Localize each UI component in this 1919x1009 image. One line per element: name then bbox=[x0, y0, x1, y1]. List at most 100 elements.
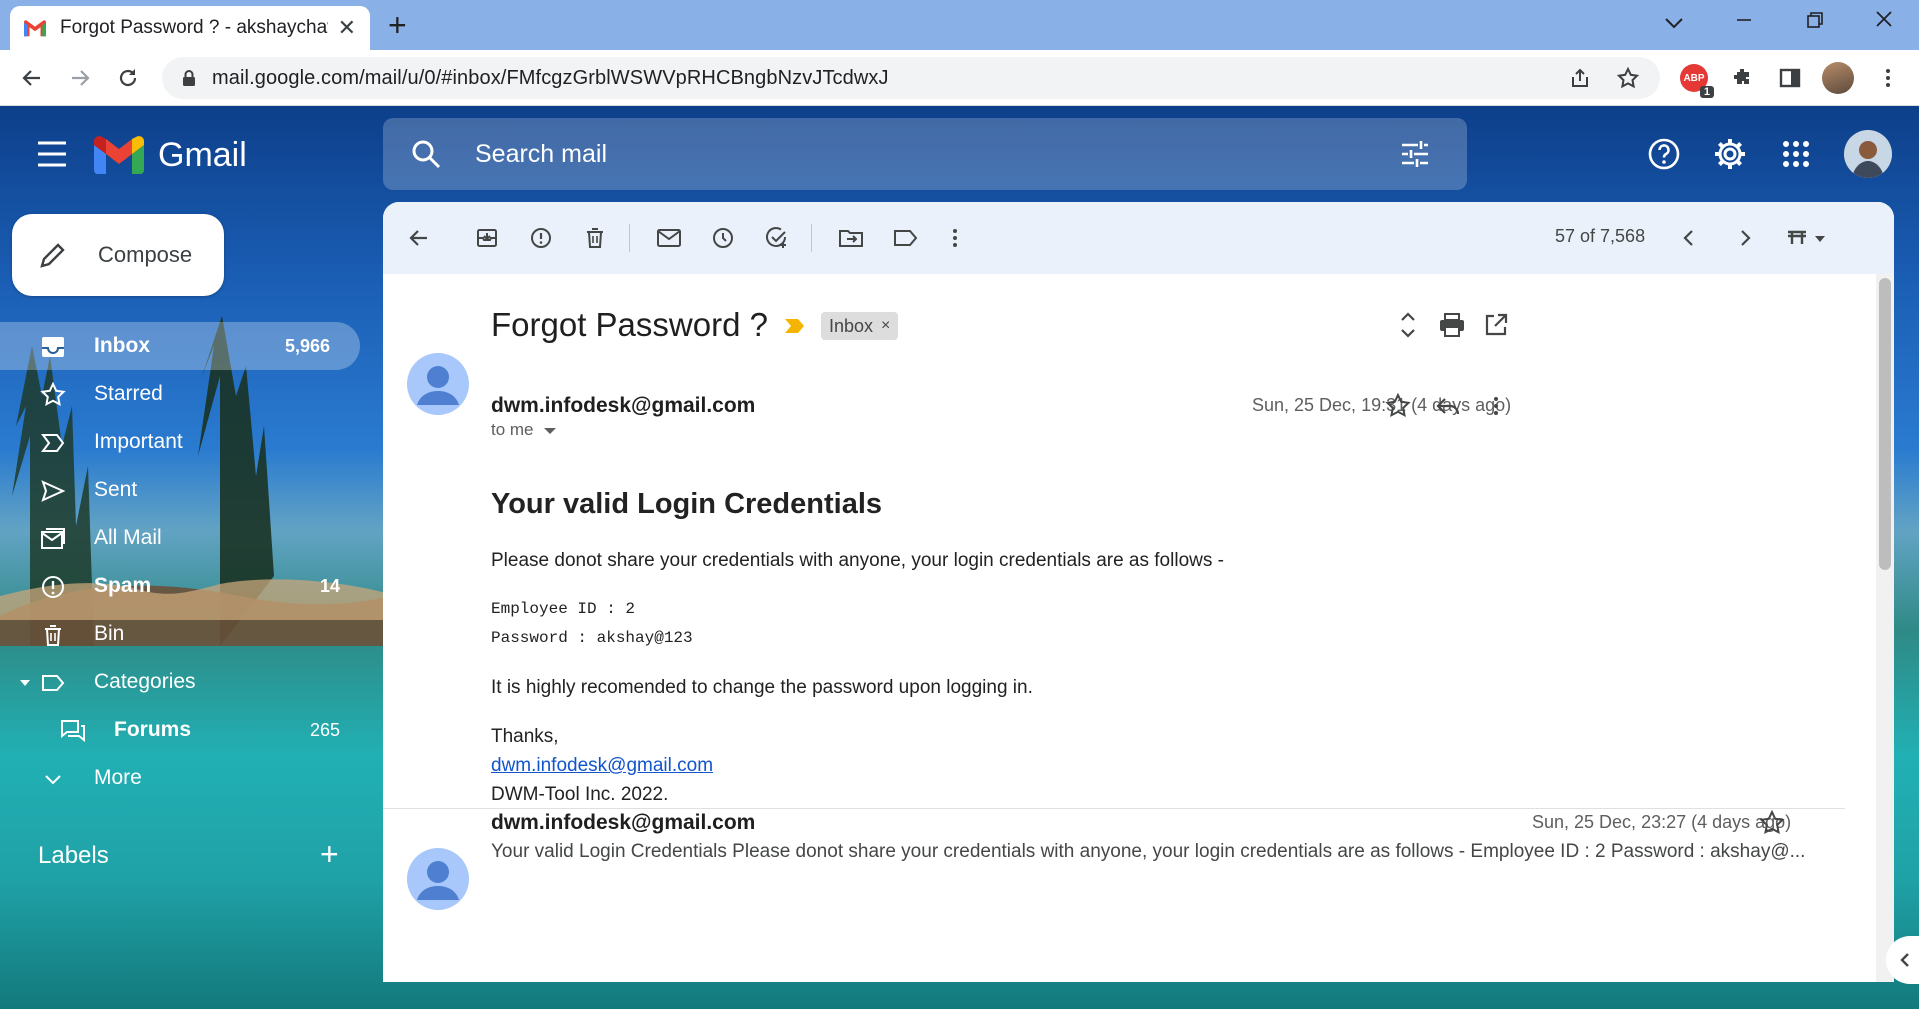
sidebar-item-sent[interactable]: Sent bbox=[0, 466, 370, 514]
message-snippet[interactable]: Your valid Login Credentials Please dono… bbox=[491, 841, 1843, 863]
back-to-inbox-icon[interactable] bbox=[403, 222, 435, 254]
restore-button[interactable] bbox=[1806, 6, 1824, 38]
sender-avatar[interactable] bbox=[407, 848, 469, 910]
bookmark-star-icon[interactable] bbox=[1616, 57, 1640, 99]
sidebar-item-more[interactable]: More bbox=[0, 754, 370, 802]
tab-close-icon[interactable]: ✕ bbox=[338, 15, 356, 41]
archive-icon[interactable] bbox=[471, 222, 503, 254]
recipient-caret-icon[interactable] bbox=[544, 427, 557, 435]
search-icon[interactable] bbox=[409, 137, 443, 171]
account-avatar[interactable] bbox=[1844, 130, 1892, 178]
chevron-left-icon bbox=[1900, 953, 1909, 967]
adblock-extension-icon[interactable]: ABP 1 bbox=[1676, 60, 1714, 98]
message-scrollbar[interactable] bbox=[1876, 274, 1894, 982]
sender-email[interactable]: dwm.infodesk@gmail.com bbox=[491, 811, 755, 835]
browser-menu-icon[interactable] bbox=[1870, 60, 1906, 96]
print-icon[interactable] bbox=[1435, 308, 1469, 342]
employee-id-line: Employee ID : 2 bbox=[491, 600, 636, 618]
forum-icon bbox=[61, 720, 85, 743]
labels-heading: Labels bbox=[38, 842, 109, 869]
gmail-wordmark: Gmail bbox=[158, 136, 247, 174]
extension-count-badge: 1 bbox=[1699, 86, 1714, 98]
toolbar-divider bbox=[811, 224, 812, 252]
gmail-logo-icon[interactable] bbox=[94, 136, 144, 174]
compose-button[interactable]: Compose bbox=[12, 214, 224, 296]
signature-email-link[interactable]: dwm.infodesk@gmail.com bbox=[491, 755, 713, 777]
extensions-puzzle-icon[interactable] bbox=[1724, 60, 1760, 96]
importance-marker-icon[interactable] bbox=[783, 318, 805, 334]
tab-search-icon[interactable] bbox=[1664, 6, 1684, 38]
star-message-icon[interactable] bbox=[1381, 389, 1415, 423]
url-text: mail.google.com/mail/u/0/#inbox/FMfcgzGr… bbox=[212, 66, 889, 89]
input-tools-icon[interactable] bbox=[1779, 222, 1835, 254]
labels-icon[interactable] bbox=[889, 222, 921, 254]
address-bar[interactable]: mail.google.com/mail/u/0/#inbox/FMfcgzGr… bbox=[162, 57, 1660, 99]
delete-icon[interactable] bbox=[579, 222, 611, 254]
sidebar-item-label: Spam bbox=[94, 574, 152, 597]
report-spam-icon[interactable] bbox=[525, 222, 557, 254]
scrollbar-thumb[interactable] bbox=[1879, 278, 1891, 570]
open-in-new-window-icon[interactable] bbox=[1479, 308, 1513, 342]
email-body-advice: It is highly recomended to change the pa… bbox=[491, 677, 1033, 698]
share-icon[interactable] bbox=[1568, 57, 1592, 99]
sidebar-item-spam[interactable]: Spam 14 bbox=[0, 562, 370, 610]
settings-gear-icon[interactable] bbox=[1710, 134, 1750, 174]
more-options-icon[interactable] bbox=[939, 222, 971, 254]
snooze-clock-icon[interactable] bbox=[707, 222, 739, 254]
new-tab-button[interactable]: + bbox=[388, 8, 407, 42]
search-bar[interactable]: Search mail bbox=[383, 118, 1467, 190]
sidebar-item-forums[interactable]: Forums 265 bbox=[0, 706, 370, 754]
add-to-tasks-icon[interactable] bbox=[761, 222, 793, 254]
create-label-button[interactable]: + bbox=[320, 838, 339, 870]
browser-tab[interactable]: Forgot Password ? - akshaychava ✕ bbox=[10, 6, 370, 50]
gmail-header: Gmail Search mail bbox=[0, 106, 1919, 202]
compose-label: Compose bbox=[98, 242, 193, 267]
mark-unread-icon[interactable] bbox=[653, 222, 685, 254]
sender-email[interactable]: dwm.infodesk@gmail.com bbox=[491, 394, 755, 418]
remove-label-icon[interactable]: × bbox=[881, 317, 890, 335]
sidebar-item-bin[interactable]: Bin bbox=[0, 610, 370, 658]
profile-avatar[interactable] bbox=[1820, 60, 1856, 96]
side-panel-icon[interactable] bbox=[1772, 60, 1808, 96]
reply-icon[interactable] bbox=[1431, 389, 1465, 423]
back-button[interactable] bbox=[14, 60, 50, 96]
star-message-icon[interactable] bbox=[1755, 806, 1789, 840]
recipient-details[interactable]: to me bbox=[491, 420, 557, 440]
sidebar-item-label: Inbox bbox=[94, 334, 150, 357]
email-subject: Forgot Password ? bbox=[491, 306, 768, 343]
adblock-badge-text: ABP bbox=[1683, 72, 1705, 84]
apps-grid-icon[interactable] bbox=[1776, 134, 1816, 174]
main-menu-icon[interactable] bbox=[36, 140, 68, 168]
sidebar-item-starred[interactable]: Starred bbox=[0, 370, 370, 418]
sidebar-item-all-mail[interactable]: All Mail bbox=[0, 514, 370, 562]
message-more-icon[interactable] bbox=[1479, 389, 1513, 423]
sender-avatar[interactable] bbox=[407, 353, 469, 415]
thread-position: 57 of 7,568 bbox=[1555, 226, 1646, 246]
newer-chevron-left-icon[interactable] bbox=[1673, 222, 1705, 254]
reload-button[interactable] bbox=[110, 60, 146, 96]
chip-label: Inbox bbox=[829, 315, 874, 336]
help-icon[interactable] bbox=[1644, 134, 1684, 174]
search-options-icon[interactable] bbox=[1397, 136, 1433, 172]
message-pane: 57 of 7,568 Forgot Password ? Inbox × dw… bbox=[383, 202, 1894, 982]
move-to-icon[interactable] bbox=[835, 222, 867, 254]
inbox-label-chip[interactable]: Inbox × bbox=[821, 312, 899, 340]
unread-count: 14 bbox=[319, 575, 340, 596]
trash-icon bbox=[45, 625, 61, 646]
expand-all-icon[interactable] bbox=[1391, 308, 1425, 342]
chevron-down-icon bbox=[45, 775, 61, 785]
sidebar-item-categories[interactable]: Categories bbox=[0, 658, 370, 706]
caret-down-icon[interactable] bbox=[20, 678, 30, 688]
minimize-button[interactable] bbox=[1735, 6, 1753, 38]
older-chevron-right-icon[interactable] bbox=[1729, 222, 1761, 254]
sidebar-item-important[interactable]: Important bbox=[0, 418, 370, 466]
close-window-button[interactable] bbox=[1874, 6, 1894, 38]
forward-button[interactable] bbox=[62, 60, 98, 96]
email-body-heading: Your valid Login Credentials bbox=[491, 488, 883, 520]
sidebar-item-label: All Mail bbox=[94, 526, 162, 549]
message-date: Sun, 25 Dec, 23:27 (4 days ago) bbox=[1532, 812, 1792, 832]
search-input[interactable]: Search mail bbox=[475, 140, 1397, 169]
gmail-app: Gmail Search mail Compose Inbox 5,966 St… bbox=[0, 106, 1919, 1009]
sidebar-item-inbox[interactable]: Inbox 5,966 bbox=[0, 322, 360, 370]
lock-icon bbox=[183, 70, 195, 86]
